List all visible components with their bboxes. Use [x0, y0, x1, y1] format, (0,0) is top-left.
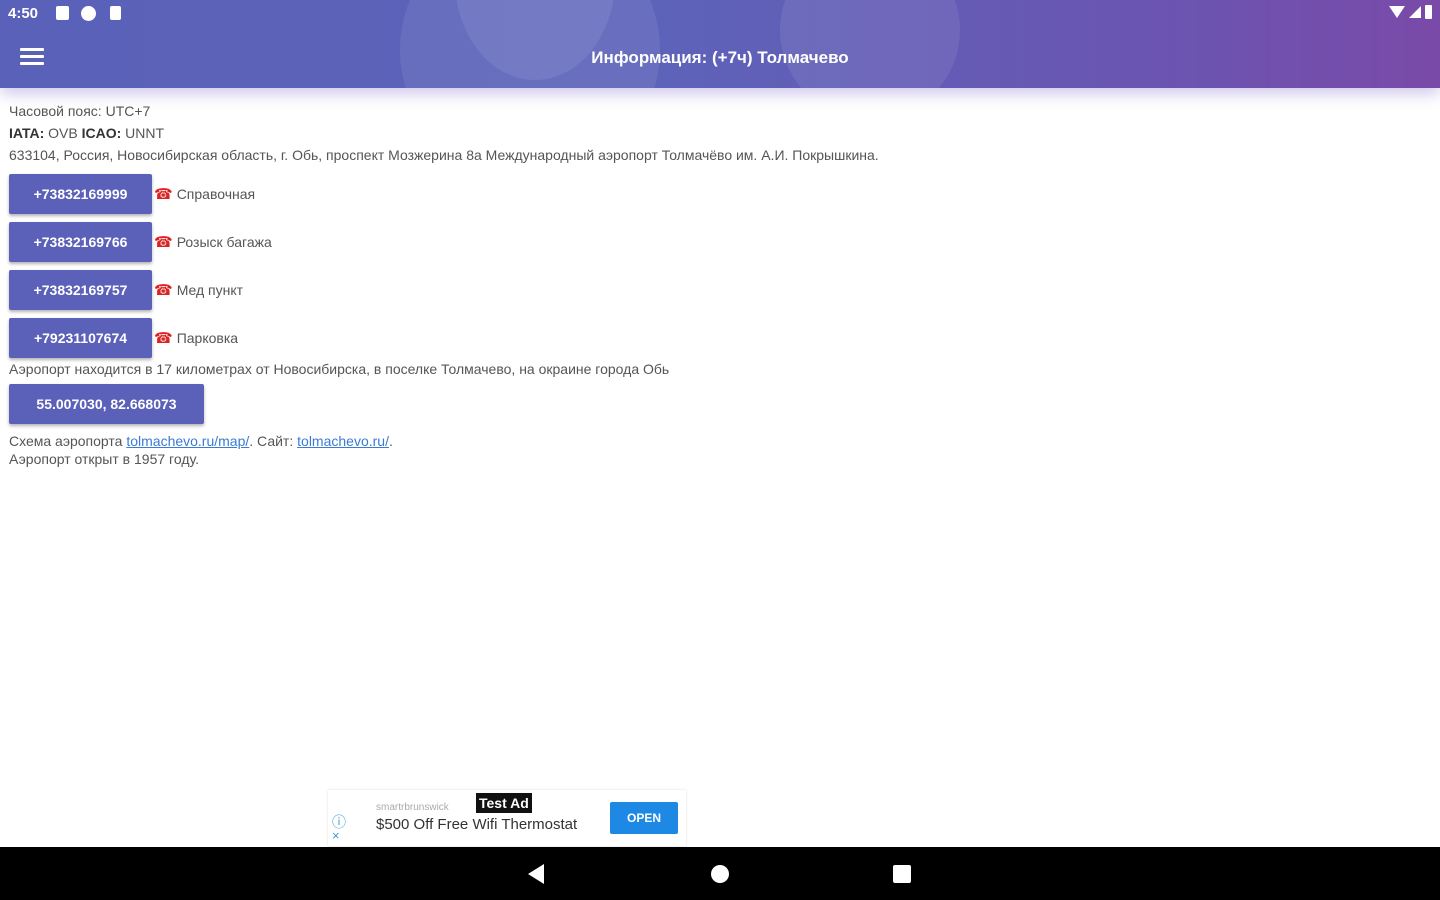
wifi-icon — [1389, 6, 1405, 18]
phone-button[interactable]: +73832169757 — [9, 270, 152, 310]
phone-description: Справочная — [176, 186, 256, 202]
codes-line: IATA: OVB ICAO: UNNT — [9, 122, 1429, 144]
phone-row: +73832169766 ☎ Розыск багажа — [9, 222, 1429, 262]
app-bar: Информация: (+7ч) Толмачево — [0, 28, 1440, 88]
status-right — [1389, 5, 1432, 19]
address: 633104, Россия, Новосибирская область, г… — [9, 147, 879, 163]
iata-label: IATA: — [9, 125, 45, 141]
signal-icon — [1409, 6, 1421, 18]
coordinates-button[interactable]: 55.007030, 82.668073 — [9, 384, 204, 424]
site-link[interactable]: tolmachevo.ru/ — [297, 433, 389, 449]
ad-text: $500 Off Free Wifi Thermostat — [376, 816, 578, 833]
top-header: 4:50 Информация: (+7ч) Толмачево — [0, 0, 1440, 88]
back-icon[interactable] — [528, 864, 544, 884]
timezone-value: UTC+7 — [105, 103, 151, 119]
phone-row: +79231107674 ☎ Парковка — [9, 318, 1429, 358]
scheme-line: Схема аэропорта tolmachevo.ru/map/. Сайт… — [9, 432, 1429, 450]
airport-info: Часовой пояс: UTC+7 IATA: OVB ICAO: UNNT… — [9, 100, 1429, 468]
ad-advertiser: smartrbrunswick — [376, 802, 449, 813]
telephone-icon: ☎ — [154, 282, 173, 299]
battery-icon — [1425, 5, 1432, 19]
phone-description: Парковка — [176, 330, 239, 346]
icao-label: ICAO: — [81, 125, 122, 141]
telephone-icon: ☎ — [154, 186, 173, 203]
phone-button[interactable]: +73832169999 — [9, 174, 152, 214]
home-icon[interactable] — [711, 865, 729, 883]
phone-button[interactable]: +73832169766 — [9, 222, 152, 262]
navigation-bar — [0, 847, 1440, 900]
site-label: . Сайт: — [249, 433, 294, 449]
test-ad-badge: Test Ad — [476, 793, 532, 813]
ad-close-icon[interactable]: × — [332, 828, 340, 843]
timezone-label: Часовой пояс: — [9, 103, 102, 119]
phone-description: Мед пункт — [176, 282, 244, 298]
status-bar: 4:50 — [0, 0, 1440, 28]
map-link[interactable]: tolmachevo.ru/map/ — [126, 433, 249, 449]
phone-button[interactable]: +79231107674 — [9, 318, 152, 358]
scheme-label: Схема аэропорта — [9, 433, 123, 449]
icao-value: UNNT — [125, 125, 165, 141]
sd-card-icon — [110, 6, 121, 20]
ad-banner[interactable]: ⓘ × smartrbrunswick Test Ad $500 Off Fre… — [328, 790, 686, 846]
scheme-end: . — [388, 433, 393, 449]
phone-description: Розыск багажа — [176, 234, 272, 250]
phone-row: +73832169999 ☎ Справочная — [9, 174, 1429, 214]
recent-apps-icon[interactable] — [893, 865, 911, 883]
location-text: Аэропорт находится в 17 километрах от Но… — [9, 361, 670, 377]
notification-icon — [56, 6, 69, 20]
opened-text: Аэропорт открыт в 1957 году. — [9, 451, 199, 467]
status-time: 4:50 — [8, 5, 39, 22]
telephone-icon: ☎ — [154, 330, 173, 347]
ad-open-button[interactable]: OPEN — [610, 802, 678, 834]
timezone-line: Часовой пояс: UTC+7 — [9, 100, 1429, 122]
page-title: Информация: (+7ч) Толмачево — [591, 48, 849, 67]
telephone-icon: ☎ — [154, 234, 173, 251]
app-p-icon — [81, 6, 96, 21]
phone-row: +73832169757 ☎ Мед пункт — [9, 270, 1429, 310]
iata-value: OVB — [48, 125, 78, 141]
